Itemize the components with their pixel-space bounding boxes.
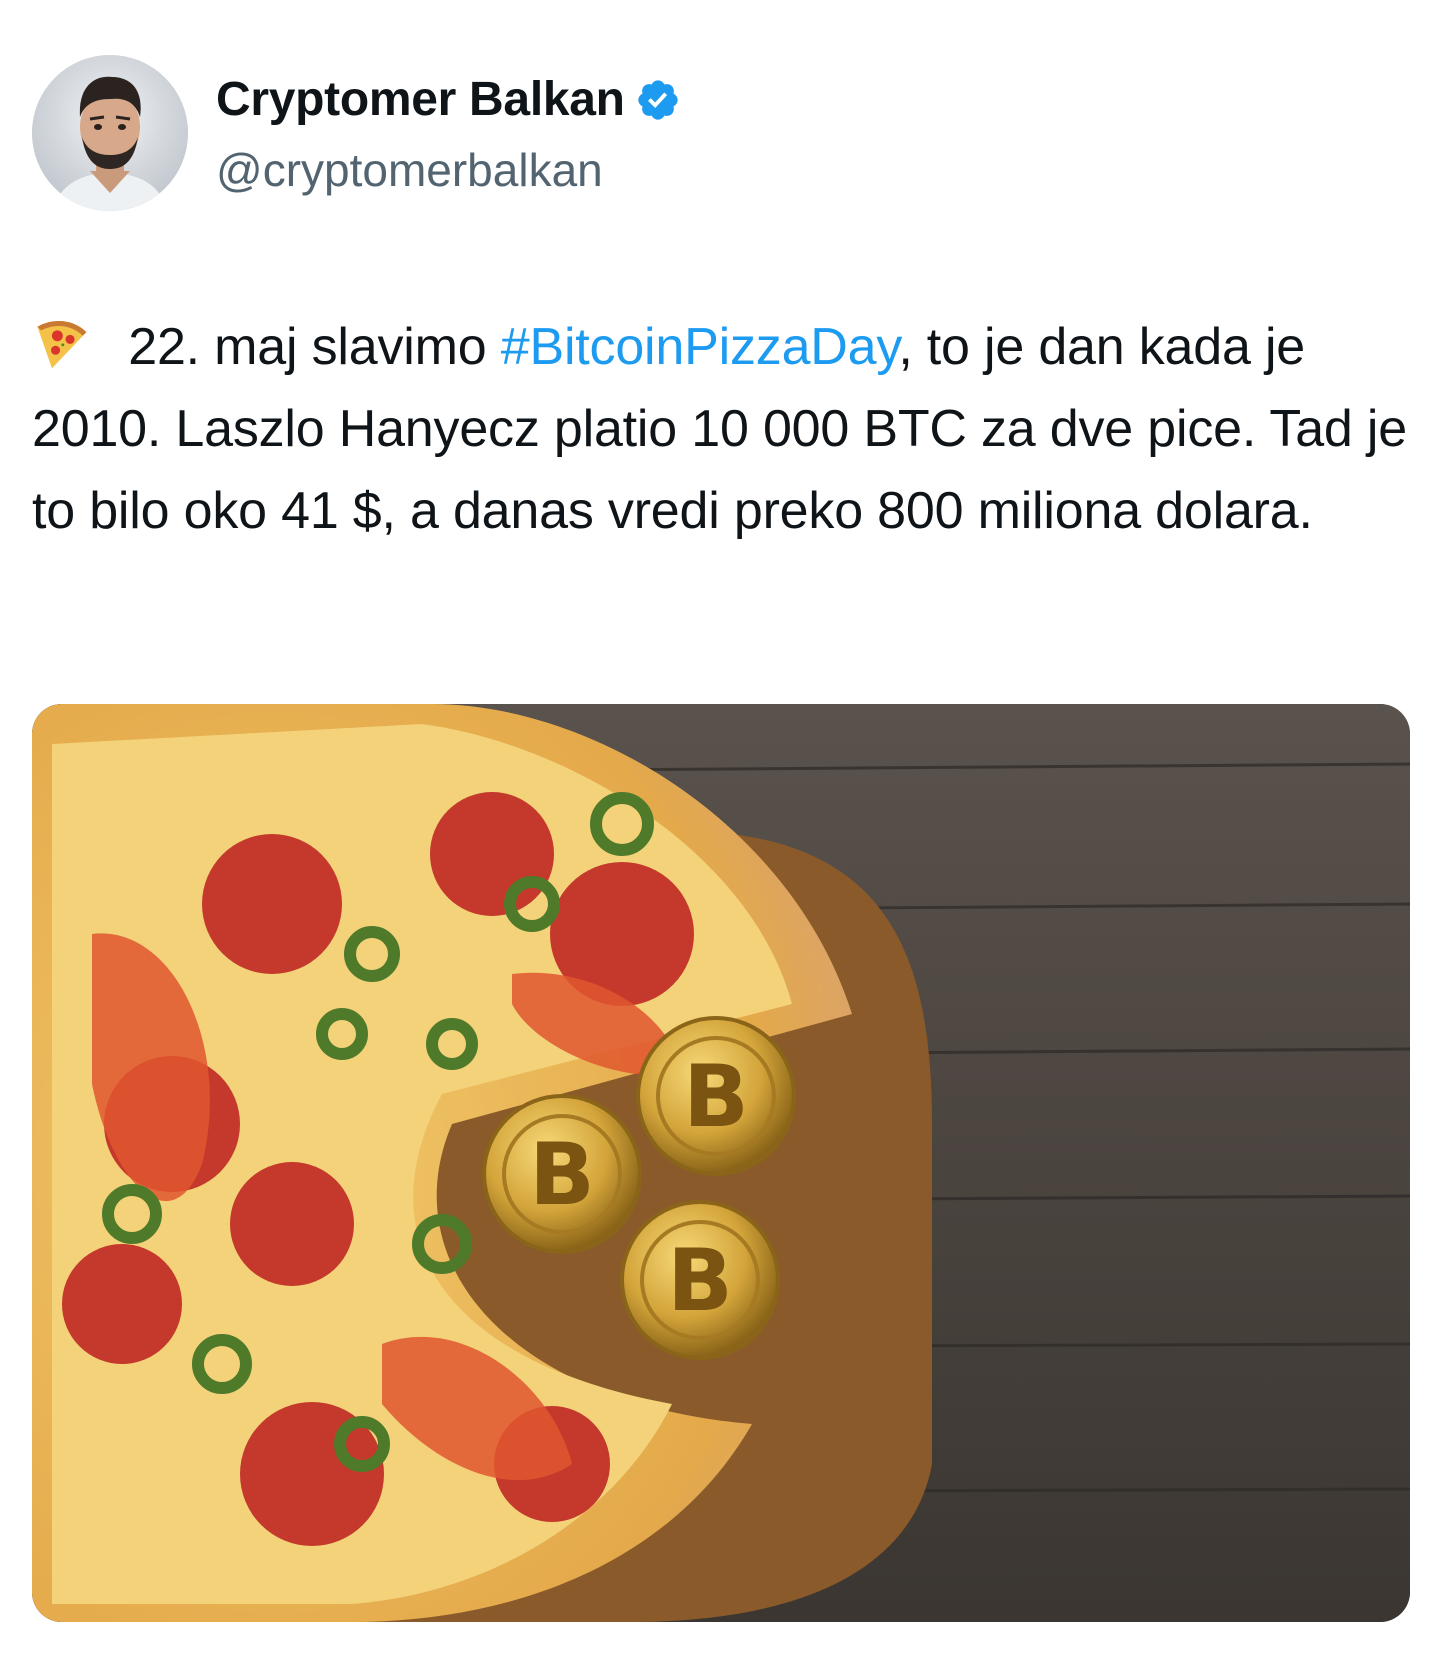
- tweet-text: 22. maj slavimo #BitcoinPizzaDay, to je …: [32, 306, 1422, 552]
- svg-text:B: B: [683, 1047, 749, 1147]
- author-handle[interactable]: @cryptomerbalkan: [216, 143, 603, 197]
- author-avatar[interactable]: [32, 55, 188, 211]
- svg-text:B: B: [529, 1125, 595, 1225]
- svg-text:B: B: [667, 1231, 733, 1331]
- tweet-text-before: 22. maj slavimo: [114, 318, 501, 376]
- tweet-media-image[interactable]: B B B: [32, 704, 1410, 1622]
- pizza-emoji-icon: [37, 321, 87, 369]
- author-display-name[interactable]: Cryptomer Balkan: [216, 72, 625, 127]
- verified-badge-icon: [638, 79, 678, 120]
- user-avatar-icon: [32, 55, 188, 211]
- author-display-name-row[interactable]: Cryptomer Balkan: [216, 72, 681, 127]
- hashtag-link[interactable]: #BitcoinPizzaDay: [501, 318, 899, 376]
- pizza-and-bitcoin-photo-icon: B B B: [32, 704, 1410, 1622]
